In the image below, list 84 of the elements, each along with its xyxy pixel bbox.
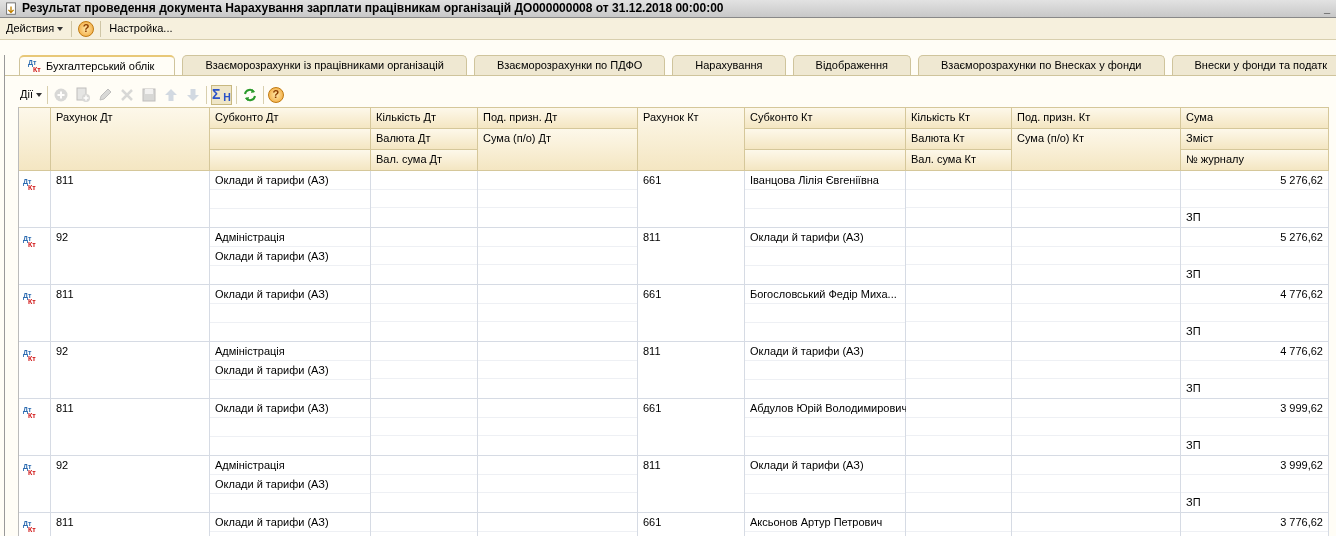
table-cell-text: ЗП [1185, 438, 1202, 453]
table-cell-text: 92 [55, 344, 70, 359]
table-cell: 5 276,62 [1181, 171, 1328, 190]
tab[interactable]: Нарахування [672, 55, 786, 75]
caret-icon [35, 92, 42, 97]
column-header: Сума [1181, 108, 1329, 129]
table-cell: Оклади й тарифи (АЗ) [210, 285, 370, 304]
tab[interactable]: Відображення [792, 55, 911, 75]
save-icon [140, 86, 157, 103]
table-cell: 4 776,62 [1181, 285, 1328, 304]
tab[interactable]: Взаєморозрахунки по Внесках у фонди [918, 55, 1165, 75]
column-header: Субконто Дт [210, 108, 371, 129]
table-cell: Оклади й тарифи (АЗ) [745, 228, 905, 247]
table-cell-text: 811 [642, 344, 662, 359]
table-cell: Адміністрація [210, 456, 370, 475]
column-header: Сума (п/о) Дт [478, 129, 638, 171]
tab[interactable]: Взаєморозрахунки із працівниками організацій [182, 55, 467, 75]
table-cell: Оклади й тарифи (АЗ) [210, 247, 370, 266]
column-header: Зміст [1181, 129, 1329, 150]
table-cell: Оклади й тарифи (АЗ) [210, 475, 370, 494]
column-header: Вал. сума Дт [371, 150, 478, 171]
minimize-button[interactable]: _ [1321, 1, 1332, 16]
table-cell: Адміністрація [210, 228, 370, 247]
totals-toggle[interactable]: Σ$_{Н}$ [210, 84, 232, 105]
table-cell: Абдулов Юрій Володимирович [745, 399, 905, 418]
window-title: Результат проведення документа Нарахування зарплати працівникам організацій ДО000000008 от 31.12.2018 00:00:00 [22, 1, 725, 16]
column-header: Кількість Кт [906, 108, 1012, 129]
copy-icon [74, 86, 91, 103]
table-cell: Богословський Федір Миха... [745, 285, 905, 304]
actions-menu[interactable]: Действия [4, 21, 66, 36]
document-icon [4, 1, 18, 16]
column-header: Субконто Кт [745, 108, 906, 129]
column-header: Под. призн. Кт [1012, 108, 1181, 129]
table-cell: 3 776,62 [1181, 513, 1328, 532]
table-cell-text: 661 [642, 173, 663, 188]
table-cell: Оклади й тарифи (АЗ) [745, 456, 905, 475]
column-header: Валюта Дт [371, 129, 478, 150]
column-header: Рахунок Кт [638, 108, 745, 171]
table-cell-text: ЗП [1185, 267, 1202, 282]
column-header: № журналу [1181, 150, 1329, 171]
pencil-icon [96, 86, 113, 103]
column-header: Валюта Кт [906, 129, 1012, 150]
table-cell-text: ЗП [1185, 495, 1202, 510]
table-cell: Аксьонов Артур Петрович [745, 513, 905, 532]
table-cell-text: 811 [55, 515, 75, 530]
table-cell-text: 661 [642, 515, 663, 530]
table-cell: Оклади й тарифи (АЗ) [745, 342, 905, 361]
table-cell: Оклади й тарифи (АЗ) [210, 361, 370, 380]
table-cell: 5 276,62 [1181, 228, 1328, 247]
table-cell: Оклади й тарифи (АЗ) [210, 513, 370, 532]
table-cell-text: 661 [642, 401, 663, 416]
tab[interactable]: Внески у фонди та податк [1171, 55, 1336, 75]
settings-menu[interactable]: Настройка... [107, 21, 175, 36]
table-cell-text: 811 [642, 458, 662, 473]
help-button[interactable]: ? [267, 86, 284, 103]
table-cell: Оклади й тарифи (АЗ) [210, 399, 370, 418]
table-cell: 4 776,62 [1181, 342, 1328, 361]
table-cell-text: ЗП [1185, 324, 1202, 339]
table-cell-text: 92 [55, 230, 70, 245]
table-cell-text: 811 [55, 173, 75, 188]
column-header: Сума (п/о) Кт [1012, 129, 1181, 171]
refresh-icon [241, 86, 258, 103]
caret-icon [57, 26, 64, 31]
table-cell: Іванцова Лілія Євгеніївна [745, 171, 905, 190]
column-header: Вал. сума Кт [906, 150, 1012, 171]
table-cell-text: 92 [55, 458, 70, 473]
table-cell: Адміністрація [210, 342, 370, 361]
table-cell: 3 999,62 [1181, 399, 1328, 418]
tab[interactable]: Взаєморозрахунки по ПДФО [473, 55, 666, 75]
actions-dropdown[interactable]: Дії [19, 84, 43, 105]
table-cell-text: 811 [55, 401, 75, 416]
add-icon [52, 86, 69, 103]
table-cell-text: ЗП [1185, 210, 1202, 225]
table-cell-text: ЗП [1185, 381, 1202, 396]
delete-icon [118, 86, 135, 103]
table-cell: 3 999,62 [1181, 456, 1328, 475]
table-cell-text: 661 [642, 287, 663, 302]
column-header: Кількість Дт [371, 108, 478, 129]
table-cell-text: 811 [642, 230, 662, 245]
column-header: Рахунок Дт [51, 108, 210, 171]
table-cell: Оклади й тарифи (АЗ) [210, 171, 370, 190]
column-header: Под. призн. Дт [478, 108, 638, 129]
table-cell-text: 811 [55, 287, 75, 302]
help-button[interactable]: ? [78, 20, 95, 37]
